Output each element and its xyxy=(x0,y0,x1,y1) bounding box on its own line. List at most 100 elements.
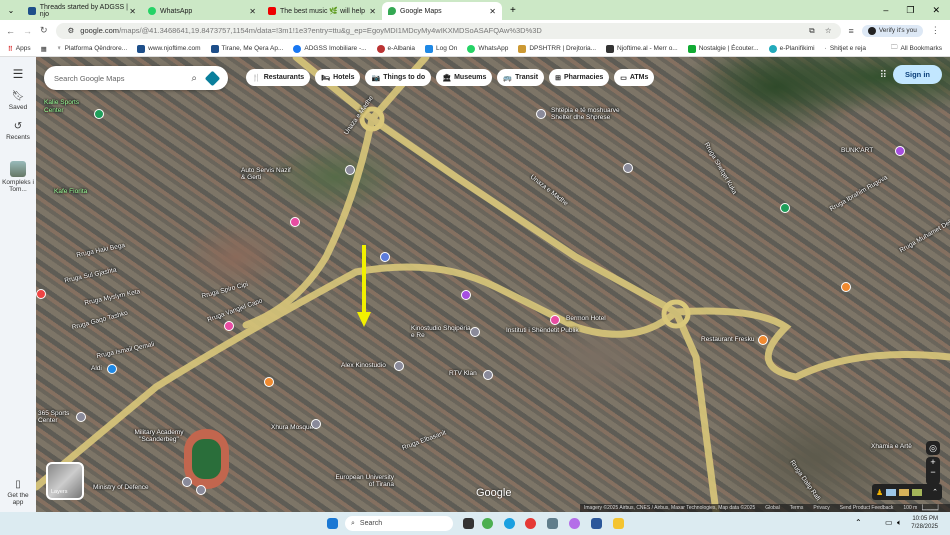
sign-in-button[interactable]: Sign in xyxy=(893,65,942,84)
close-window-button[interactable]: ✕ xyxy=(932,5,940,16)
chip-atms[interactable]: ▭ATMs xyxy=(614,69,654,86)
place-pin-icon[interactable] xyxy=(536,109,546,119)
chip-museums[interactable]: 🏛Museums xyxy=(436,69,492,86)
tab-youtube[interactable]: The best music 🌿 will help✕ xyxy=(262,2,382,20)
bookmark-item[interactable]: · Shitjet e reja xyxy=(825,45,866,52)
chip-transit[interactable]: 🚌Transit xyxy=(497,69,544,86)
school-pin-icon[interactable] xyxy=(182,477,192,487)
pegman-icon[interactable]: ♟ xyxy=(876,488,883,497)
link-privacy[interactable]: Privacy xyxy=(813,505,829,511)
bookmark-item[interactable]: Tirane, Me Qera Ap... xyxy=(211,45,284,53)
place-pin-icon[interactable] xyxy=(483,370,493,380)
saved-button[interactable]: 🔖︎Saved xyxy=(9,91,27,111)
forward-button[interactable]: → xyxy=(23,26,32,36)
reload-button[interactable]: ↻ xyxy=(40,25,48,36)
bookmark-apps[interactable]: ⠿Apps xyxy=(8,45,31,53)
all-bookmarks[interactable]: 🗀 All Bookmarks xyxy=(891,43,950,54)
media-control-icon[interactable]: ≡ xyxy=(849,26,854,36)
bookmark-item[interactable]: ♆ Platforma Qëndrore... xyxy=(57,45,127,52)
chrome-icon[interactable] xyxy=(482,518,493,529)
zoom-in-button[interactable]: + xyxy=(930,457,935,467)
tab-njoftime[interactable]: Threads started by ADGSS | njo✕ xyxy=(22,2,142,20)
place-pin-icon[interactable] xyxy=(623,163,633,173)
chip-pharmacies[interactable]: ⊞Pharmacies xyxy=(549,69,609,86)
taskbar-search[interactable]: ⌕Search xyxy=(345,516,453,531)
tab-whatsapp[interactable]: WhatsApp✕ xyxy=(142,2,262,20)
restaurant-pin-icon[interactable] xyxy=(758,335,768,345)
bookmark-item[interactable]: e-Albania xyxy=(377,45,415,53)
zoom-out-button[interactable]: − xyxy=(930,467,935,477)
imagery-thumb[interactable] xyxy=(912,489,922,496)
bookmark-star-icon[interactable]: ☆ xyxy=(825,26,832,35)
mosque-pin-icon[interactable] xyxy=(311,419,321,429)
bookmark-item[interactable]: DPSHTRR | Drejtoria... xyxy=(518,45,596,53)
scale-bar[interactable]: 100 m ▕▁▁▁▁▏ xyxy=(903,505,941,511)
close-tab-icon[interactable]: ✕ xyxy=(129,7,136,16)
volume-icon[interactable]: 🔈︎ xyxy=(897,518,902,528)
hotel-pin-icon[interactable] xyxy=(224,321,234,331)
expand-icon[interactable]: ⌃ xyxy=(932,488,938,496)
recent-place[interactable]: Kompleks i Tom... xyxy=(2,161,34,193)
calculator-icon[interactable] xyxy=(547,518,558,529)
satellite-map[interactable]: Unaza e Madhe Unaza e Madhe Shtëpia e të… xyxy=(36,57,950,512)
chip-hotels[interactable]: 🛏Hotels xyxy=(315,69,360,86)
tab-groups-icon[interactable]: ▦ xyxy=(41,45,47,53)
shopping-pin-icon[interactable] xyxy=(107,364,117,374)
layers-button[interactable]: Layers xyxy=(46,462,84,500)
transit-pin-icon[interactable] xyxy=(380,252,390,262)
close-tab-icon[interactable]: ✕ xyxy=(369,7,376,16)
place-pin-icon[interactable] xyxy=(470,327,480,337)
hospital-pin-icon[interactable] xyxy=(36,289,46,299)
close-tab-icon[interactable]: ✕ xyxy=(249,7,256,16)
menu-button[interactable]: ☰ xyxy=(13,67,24,81)
bookmark-item[interactable]: www.njoftime.com xyxy=(137,45,200,53)
address-bar[interactable]: ⚙ google.com/maps/@41.3468641,19.8473757… xyxy=(56,23,841,39)
chip-things-to-do[interactable]: 📷Things to do xyxy=(365,69,431,86)
hotel-pin-icon[interactable] xyxy=(550,315,560,325)
back-button[interactable]: ← xyxy=(6,26,15,36)
park-pin-icon[interactable] xyxy=(780,203,790,213)
install-app-icon[interactable]: ⧉ xyxy=(809,26,814,36)
recents-button[interactable]: ↺Recents xyxy=(6,121,30,141)
restore-button[interactable]: ❐ xyxy=(906,5,914,16)
imagery-thumb[interactable] xyxy=(886,489,896,496)
directions-icon[interactable] xyxy=(205,70,221,86)
profile-button[interactable]: Verify it's you xyxy=(862,25,923,37)
imagery-thumb[interactable] xyxy=(899,489,909,496)
bookmark-item[interactable]: ADGSS Imobiliare -... xyxy=(293,45,366,53)
browser-menu-icon[interactable]: ⋮ xyxy=(931,25,940,36)
close-tab-icon[interactable]: ✕ xyxy=(489,7,496,16)
google-apps-icon[interactable]: ⠿ xyxy=(880,70,887,81)
museum-pin-icon[interactable] xyxy=(895,146,905,156)
tab-google-maps[interactable]: Google Maps✕ xyxy=(382,2,502,20)
task-view-icon[interactable] xyxy=(463,518,474,529)
network-icon[interactable]: ▭ xyxy=(885,518,893,527)
government-pin-icon[interactable] xyxy=(196,485,206,495)
new-tab-button[interactable]: + xyxy=(510,5,516,16)
link-terms[interactable]: Terms xyxy=(790,505,804,511)
bookmark-item[interactable]: Njoftime.al - Merr o... xyxy=(606,45,678,53)
bookmark-item[interactable]: WhatsApp xyxy=(467,45,508,53)
site-info-icon[interactable]: ⚙ xyxy=(68,26,75,35)
get-app-button[interactable]: ▯Get the app xyxy=(3,479,33,506)
bookmark-item[interactable]: Log On xyxy=(425,45,457,53)
bookmark-item[interactable]: Nostalgie | Écouter... xyxy=(688,45,759,53)
chrome-profile-icon[interactable] xyxy=(525,518,536,529)
place-pin-icon[interactable] xyxy=(345,165,355,175)
search-box[interactable]: Search Google Maps ⌕ xyxy=(44,66,228,90)
clock[interactable]: 10:05 PM7/28/2025 xyxy=(911,515,938,531)
minimize-button[interactable]: – xyxy=(883,5,888,16)
restaurant-pin-icon[interactable] xyxy=(264,377,274,387)
chip-restaurants[interactable]: 🍴Restaurants xyxy=(246,69,310,86)
tab-search-button[interactable]: ⌄ xyxy=(0,6,22,15)
park-pin-icon[interactable] xyxy=(94,109,104,119)
start-icon[interactable] xyxy=(327,518,338,529)
my-location-button[interactable]: ◎ xyxy=(926,441,940,455)
search-icon[interactable]: ⌕ xyxy=(191,73,197,84)
file-explorer-icon[interactable] xyxy=(613,518,624,529)
search-input[interactable]: Search Google Maps xyxy=(54,74,124,83)
edge-icon[interactable] xyxy=(504,518,515,529)
shop-pin-icon[interactable] xyxy=(461,290,471,300)
link-global[interactable]: Global xyxy=(765,505,779,511)
word-icon[interactable] xyxy=(591,518,602,529)
